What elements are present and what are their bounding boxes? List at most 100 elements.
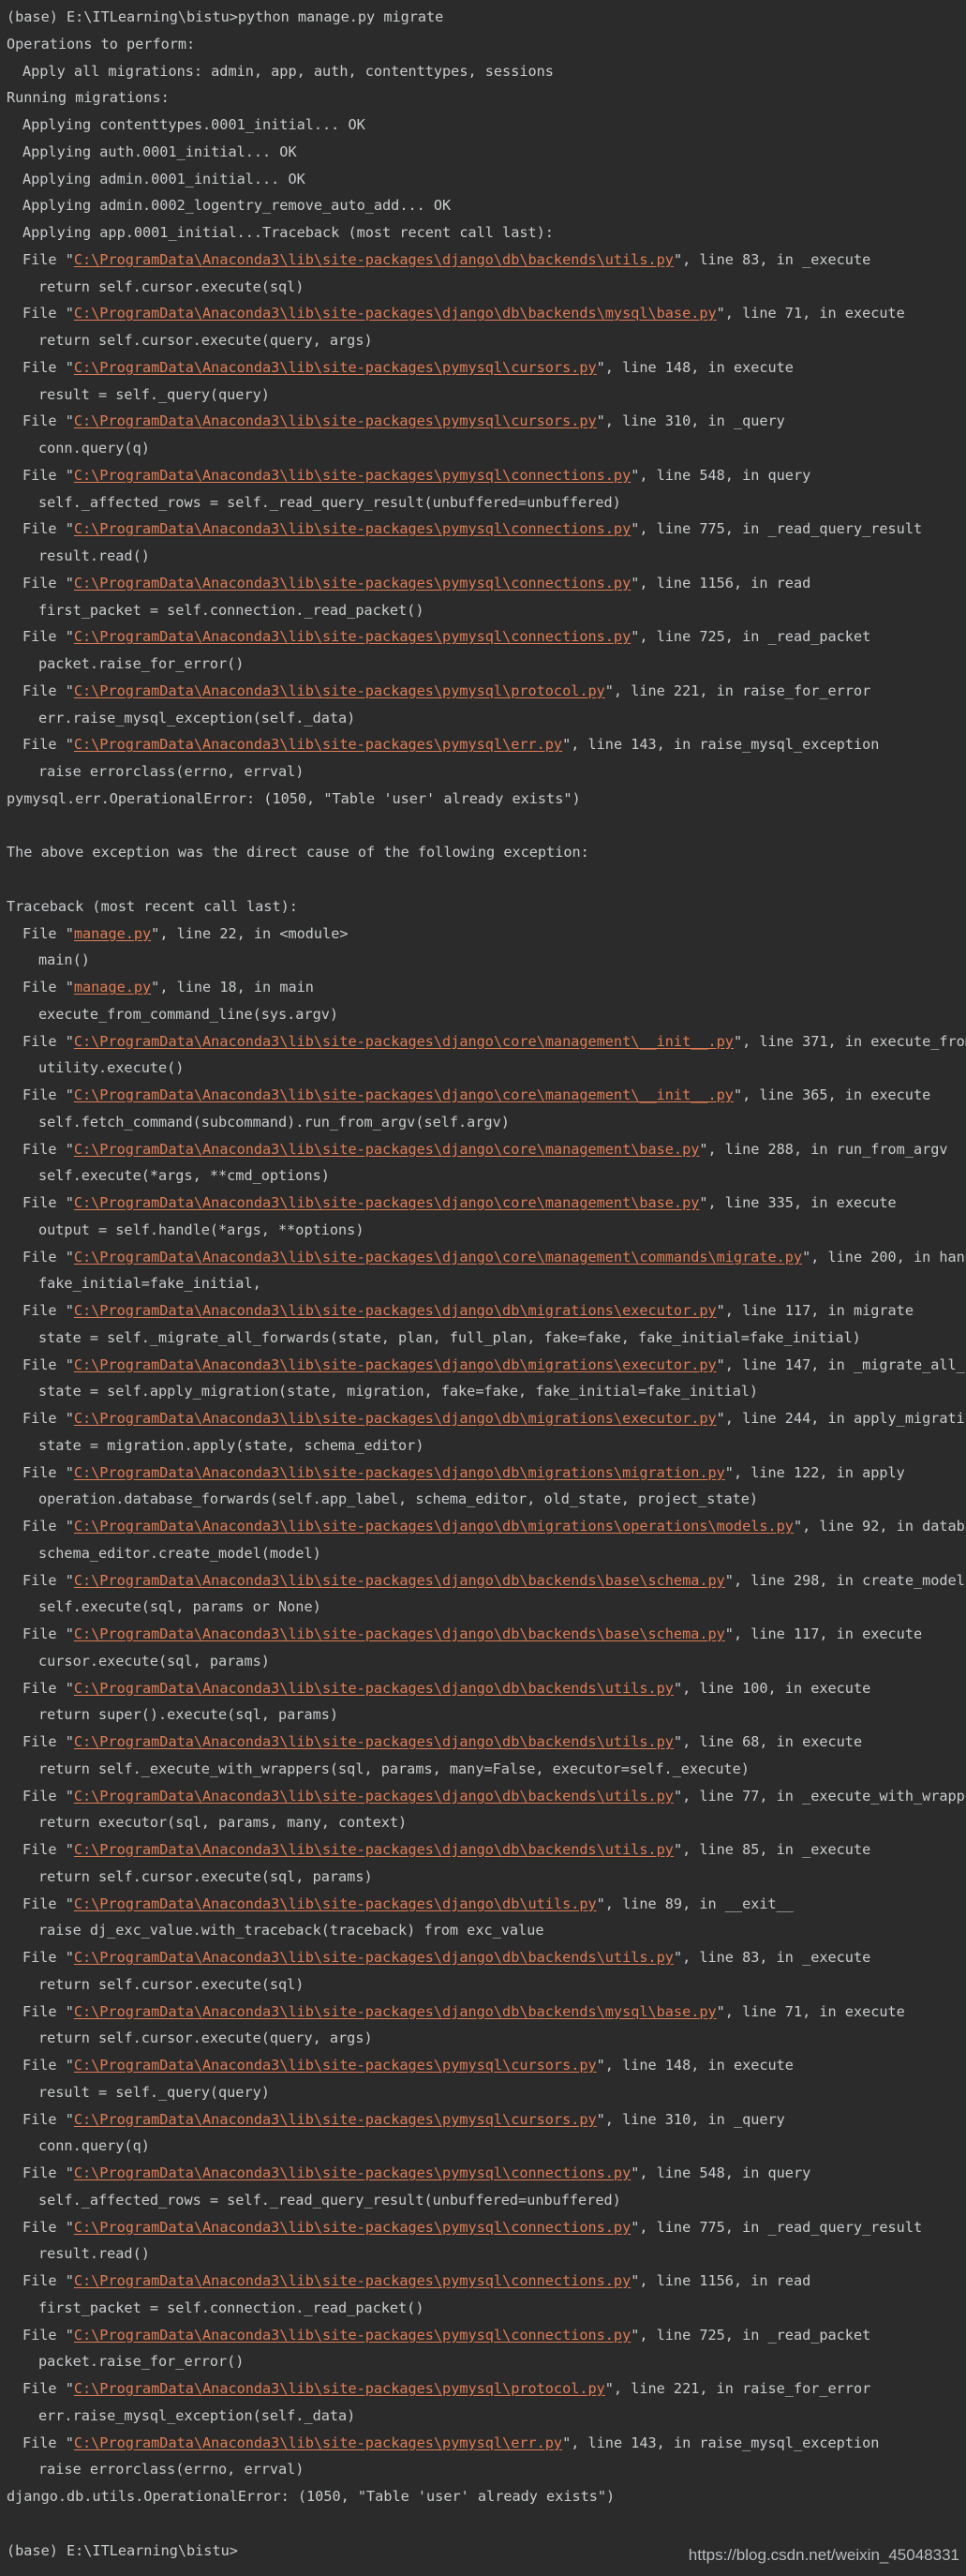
file-path-link[interactable]: C:\ProgramData\Anaconda3\lib\site-packag… <box>74 1141 700 1158</box>
file-path-link[interactable]: C:\ProgramData\Anaconda3\lib\site-packag… <box>74 2219 631 2236</box>
output-line: Applying admin.0001_initial... OK <box>0 166 966 193</box>
output-line: File "C:\ProgramData\Anaconda3\lib\site-… <box>0 516 966 543</box>
file-path-link[interactable]: C:\ProgramData\Anaconda3\lib\site-packag… <box>74 2327 631 2344</box>
output-text: File " <box>22 1140 74 1158</box>
file-path-link[interactable]: C:\ProgramData\Anaconda3\lib\site-packag… <box>74 1086 734 1103</box>
output-text: ", line 77, in _execute_with_wrappers <box>673 1787 966 1805</box>
file-path-link[interactable]: C:\ProgramData\Anaconda3\lib\site-packag… <box>74 628 631 645</box>
output-line: File "C:\ProgramData\Anaconda3\lib\site-… <box>0 2160 966 2187</box>
file-path-link[interactable]: C:\ProgramData\Anaconda3\lib\site-packag… <box>74 1410 717 1427</box>
output-text: output = self.handle(*args, **options) <box>38 1221 364 1238</box>
output-text: File " <box>22 1733 74 1750</box>
file-path-link[interactable]: C:\ProgramData\Anaconda3\lib\site-packag… <box>74 1464 725 1481</box>
file-path-link[interactable]: C:\ProgramData\Anaconda3\lib\site-packag… <box>74 1194 700 1211</box>
output-line: File "C:\ProgramData\Anaconda3\lib\site-… <box>0 1891 966 1918</box>
output-text: packet.raise_for_error() <box>38 655 245 672</box>
output-line: File "C:\ProgramData\Anaconda3\lib\site-… <box>0 2268 966 2295</box>
output-line: self.execute(sql, params or None) <box>0 1594 966 1621</box>
output-text: File " <box>22 1518 74 1535</box>
output-text: packet.raise_for_error() <box>38 2353 245 2371</box>
file-path-link[interactable]: C:\ProgramData\Anaconda3\lib\site-packag… <box>74 1518 794 1535</box>
output-line: state = self._migrate_all_forwards(state… <box>0 1325 966 1352</box>
output-line: self._affected_rows = self._read_query_r… <box>0 2187 966 2214</box>
output-text: ", line 310, in _query <box>596 412 785 430</box>
output-line: return self._execute_with_wrappers(sql, … <box>0 1756 966 1783</box>
file-path-link[interactable]: C:\ProgramData\Anaconda3\lib\site-packag… <box>74 1788 674 1805</box>
file-path-link[interactable]: C:\ProgramData\Anaconda3\lib\site-packag… <box>74 359 597 376</box>
output-text: return self.cursor.execute(query, args) <box>38 2029 373 2047</box>
output-text: return self.cursor.execute(sql) <box>38 277 305 295</box>
file-path-link[interactable]: C:\ProgramData\Anaconda3\lib\site-packag… <box>74 682 605 699</box>
output-text: result.read() <box>38 2245 150 2263</box>
file-path-link[interactable]: C:\ProgramData\Anaconda3\lib\site-packag… <box>74 1033 734 1050</box>
output-text: ", line 221, in raise_for_error <box>604 681 871 699</box>
file-path-link[interactable]: C:\ProgramData\Anaconda3\lib\site-packag… <box>74 467 631 484</box>
file-path-link[interactable]: C:\ProgramData\Anaconda3\lib\site-packag… <box>74 2111 597 2128</box>
output-text: return self.cursor.execute(query, args) <box>38 332 373 349</box>
file-path-link[interactable]: manage.py <box>74 925 151 942</box>
file-path-link[interactable]: C:\ProgramData\Anaconda3\lib\site-packag… <box>74 1249 802 1266</box>
output-text: ", line 1156, in read <box>631 574 811 592</box>
output-text: File " <box>22 250 74 268</box>
output-text: File " <box>22 1410 74 1427</box>
output-line: The above exception was the direct cause… <box>0 839 966 866</box>
output-line: self._affected_rows = self._read_query_r… <box>0 489 966 517</box>
file-path-link[interactable]: C:\ProgramData\Anaconda3\lib\site-packag… <box>74 2272 631 2289</box>
output-text: conn.query(q) <box>38 2137 150 2155</box>
output-text: Applying app.0001_initial...Traceback (m… <box>22 224 554 241</box>
file-path-link[interactable]: C:\ProgramData\Anaconda3\lib\site-packag… <box>74 1302 717 1319</box>
file-path-link[interactable]: manage.py <box>74 979 151 996</box>
output-text: File " <box>22 1841 74 1858</box>
output-text: File " <box>22 1625 74 1642</box>
file-path-link[interactable]: C:\ProgramData\Anaconda3\lib\site-packag… <box>74 251 674 268</box>
output-line: Operations to perform: <box>0 31 966 58</box>
output-line: File "C:\ProgramData\Anaconda3\lib\site-… <box>0 2052 966 2079</box>
file-path-link[interactable]: C:\ProgramData\Anaconda3\lib\site-packag… <box>74 1895 597 1912</box>
file-path-link[interactable]: C:\ProgramData\Anaconda3\lib\site-packag… <box>74 2003 717 2020</box>
file-path-link[interactable]: C:\ProgramData\Anaconda3\lib\site-packag… <box>74 2164 631 2181</box>
file-path-link[interactable]: C:\ProgramData\Anaconda3\lib\site-packag… <box>74 1949 674 1966</box>
output-line: File "C:\ProgramData\Anaconda3\lib\site-… <box>0 1729 966 1756</box>
output-line: Apply all migrations: admin, app, auth, … <box>0 58 966 85</box>
output-line: Applying contenttypes.0001_initial... OK <box>0 112 966 139</box>
file-path-link[interactable]: C:\ProgramData\Anaconda3\lib\site-packag… <box>74 1680 674 1697</box>
output-line: File "C:\ProgramData\Anaconda3\lib\site-… <box>0 1621 966 1648</box>
file-path-link[interactable]: C:\ProgramData\Anaconda3\lib\site-packag… <box>74 1572 725 1589</box>
output-text: Applying admin.0001_initial... OK <box>22 170 305 187</box>
output-line: err.raise_mysql_exception(self._data) <box>0 705 966 732</box>
output-text: ", line 83, in _execute <box>673 1949 871 1966</box>
output-line: packet.raise_for_error() <box>0 2348 966 2375</box>
output-text: state = self.apply_migration(state, migr… <box>38 1383 759 1400</box>
file-path-link[interactable]: C:\ProgramData\Anaconda3\lib\site-packag… <box>74 2434 562 2451</box>
output-line: main() <box>0 947 966 974</box>
output-line: output = self.handle(*args, **options) <box>0 1217 966 1244</box>
output-text: File " <box>22 2272 74 2289</box>
file-path-link[interactable]: C:\ProgramData\Anaconda3\lib\site-packag… <box>74 2057 597 2074</box>
output-line: state = migration.apply(state, schema_ed… <box>0 1432 966 1460</box>
output-text: operation.database_forwards(self.app_lab… <box>38 1490 759 1508</box>
output-line: conn.query(q) <box>0 2133 966 2160</box>
output-text: File " <box>22 2057 74 2074</box>
output-text: File " <box>22 1679 74 1697</box>
file-path-link[interactable]: C:\ProgramData\Anaconda3\lib\site-packag… <box>74 1625 725 1642</box>
output-line: return super().execute(sql, params) <box>0 1701 966 1729</box>
file-path-link[interactable]: C:\ProgramData\Anaconda3\lib\site-packag… <box>74 575 631 592</box>
output-text: conn.query(q) <box>38 440 150 457</box>
file-path-link[interactable]: C:\ProgramData\Anaconda3\lib\site-packag… <box>74 412 597 429</box>
file-path-link[interactable]: C:\ProgramData\Anaconda3\lib\site-packag… <box>74 1841 674 1858</box>
output-text: ", line 298, in create_model <box>724 1571 965 1589</box>
output-text: return executor(sql, params, many, conte… <box>38 1814 408 1832</box>
output-line: File "C:\ProgramData\Anaconda3\lib\site-… <box>0 354 966 382</box>
file-path-link[interactable]: C:\ProgramData\Anaconda3\lib\site-packag… <box>74 305 717 322</box>
output-line: File "C:\ProgramData\Anaconda3\lib\site-… <box>0 1190 966 1217</box>
file-path-link[interactable]: C:\ProgramData\Anaconda3\lib\site-packag… <box>74 1733 674 1750</box>
file-path-link[interactable]: C:\ProgramData\Anaconda3\lib\site-packag… <box>74 736 562 753</box>
file-path-link[interactable]: C:\ProgramData\Anaconda3\lib\site-packag… <box>74 2380 605 2397</box>
output-text: ", line 83, in _execute <box>673 250 871 268</box>
file-path-link[interactable]: C:\ProgramData\Anaconda3\lib\site-packag… <box>74 1356 717 1373</box>
output-line: Applying admin.0002_logentry_remove_auto… <box>0 192 966 219</box>
file-path-link[interactable]: C:\ProgramData\Anaconda3\lib\site-packag… <box>74 520 631 537</box>
output-line: File "C:\ProgramData\Anaconda3\lib\site-… <box>0 1513 966 1540</box>
output-text: pymysql.err.OperationalError: (1050, "Ta… <box>7 789 581 807</box>
output-text: result = self._query(query) <box>38 2083 270 2101</box>
